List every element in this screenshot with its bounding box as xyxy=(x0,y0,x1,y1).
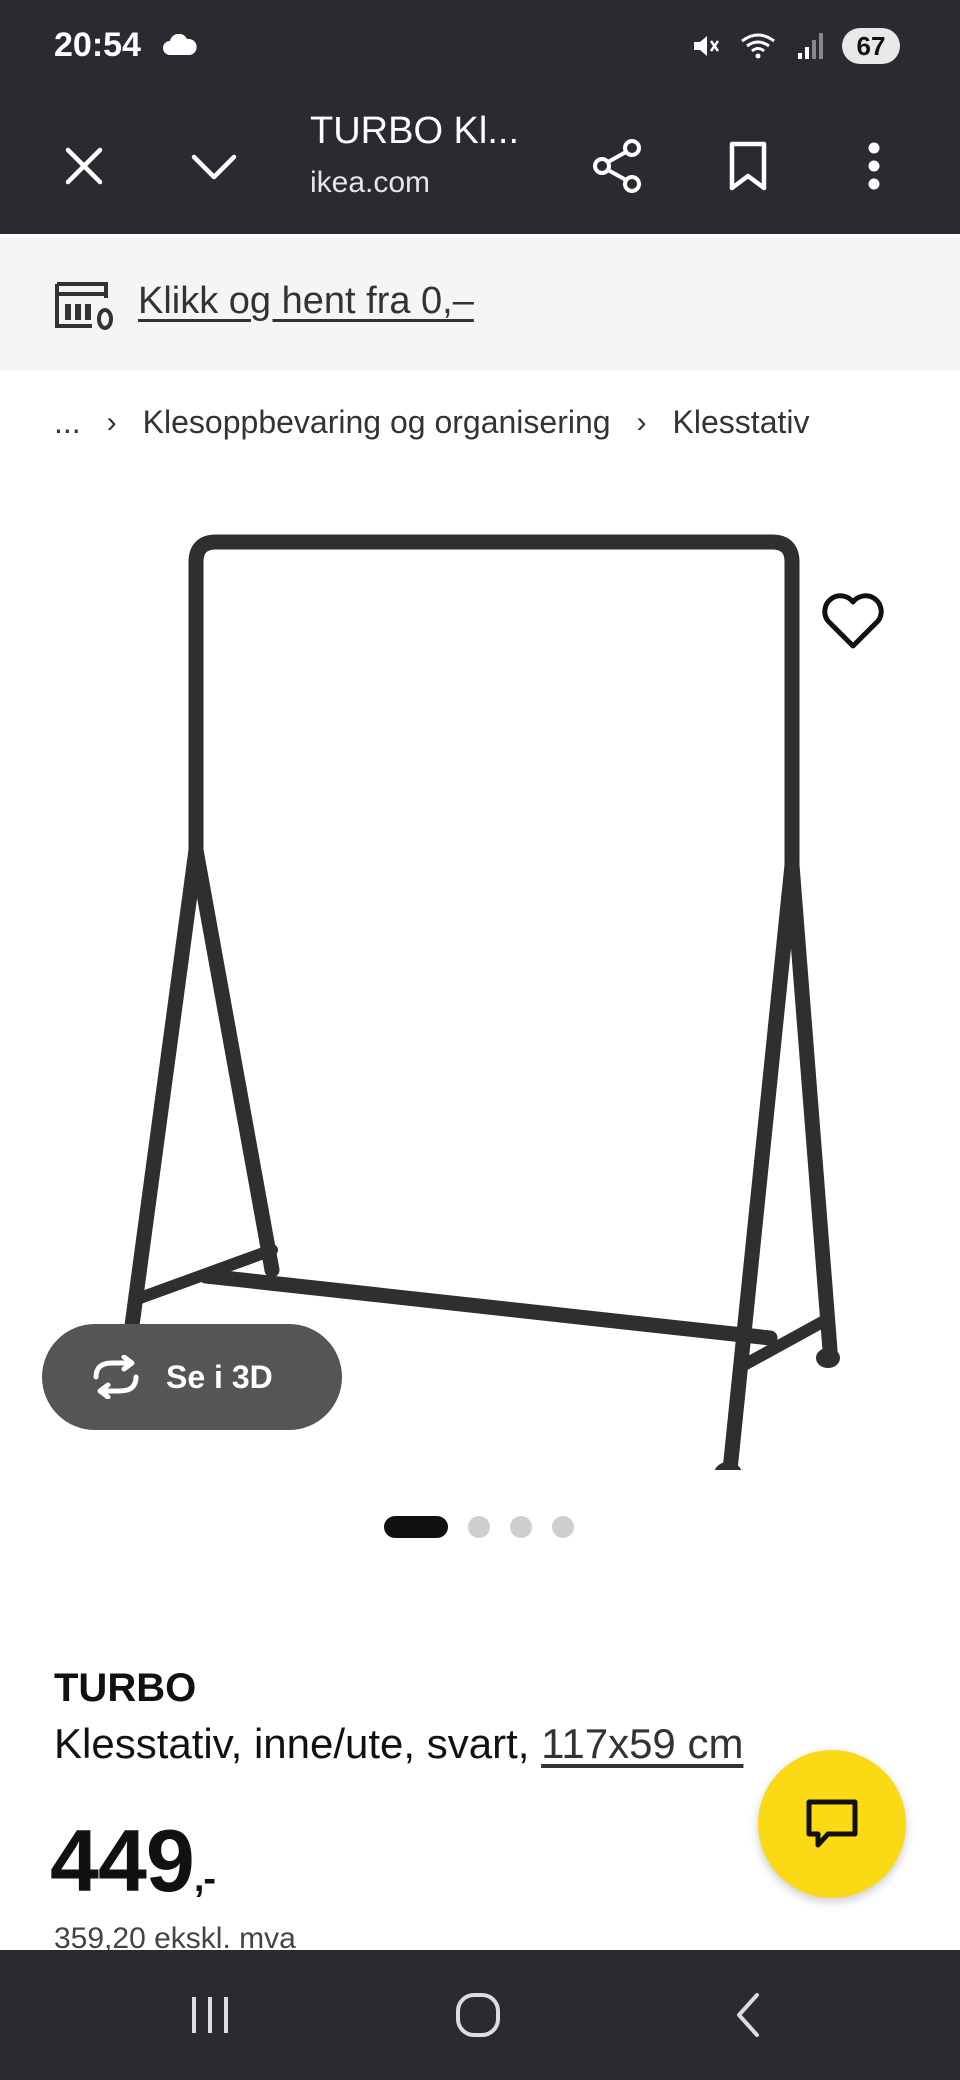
share-icon xyxy=(593,139,641,193)
share-button[interactable] xyxy=(578,126,658,206)
breadcrumb-item-ellipsis[interactable]: ... xyxy=(54,404,81,441)
page-domain[interactable]: ikea.com xyxy=(310,166,430,200)
home-icon xyxy=(456,1993,500,2037)
cloud-icon xyxy=(163,34,197,55)
store-icon xyxy=(55,282,113,330)
chat-button[interactable] xyxy=(758,1750,906,1898)
carousel-indicator xyxy=(384,1516,574,1538)
carousel-dot-4[interactable] xyxy=(552,1516,574,1538)
click-collect-banner[interactable]: Klikk og hent fra 0,– xyxy=(0,238,960,370)
carousel-dot-3[interactable] xyxy=(510,1516,532,1538)
battery-indicator: 67 xyxy=(842,28,900,64)
close-icon xyxy=(65,147,103,185)
breadcrumb-item-storage[interactable]: Klesoppbevaring og organisering xyxy=(143,404,611,441)
page-title[interactable]: TURBO Kl... xyxy=(310,110,519,153)
more-vert-icon xyxy=(868,142,880,190)
mute-icon xyxy=(694,36,720,56)
back-icon xyxy=(737,1993,759,2037)
click-collect-link[interactable]: Klikk og hent fra 0,– xyxy=(138,280,474,323)
home-button[interactable] xyxy=(438,1980,518,2050)
breadcrumb: ... › Klesoppbevaring og organisering › … xyxy=(54,404,809,441)
view-3d-label: Se i 3D xyxy=(166,1358,273,1395)
status-bar: 20:54 67 xyxy=(0,0,960,96)
chevron-right-icon: › xyxy=(106,405,117,439)
close-tab-button[interactable] xyxy=(44,126,124,206)
product-price: 449,- xyxy=(50,1810,216,1912)
minimize-button[interactable] xyxy=(174,126,254,206)
product-description-text: Klesstativ, inne/ute, svart, xyxy=(54,1720,542,1767)
product-description: Klesstativ, inne/ute, svart, 117x59 cm xyxy=(54,1720,743,1768)
chat-icon xyxy=(806,1799,858,1848)
rotate-3d-icon xyxy=(93,1355,139,1399)
product-image[interactable] xyxy=(0,470,960,1470)
chevron-right-icon: › xyxy=(636,405,647,439)
price-suffix: ,- xyxy=(193,1858,216,1900)
price-value: 449 xyxy=(50,1811,195,1910)
bookmark-icon xyxy=(729,141,767,191)
recents-button[interactable] xyxy=(170,1980,250,2050)
status-time: 20:54 xyxy=(54,26,141,64)
carousel-dot-2[interactable] xyxy=(468,1516,490,1538)
more-options-button[interactable] xyxy=(834,126,914,206)
clothes-rack-image xyxy=(118,534,840,1470)
signal-icon xyxy=(798,33,823,59)
breadcrumb-item-clothes-rack[interactable]: Klesstativ xyxy=(673,404,810,441)
status-icons: 67 xyxy=(690,28,900,64)
browser-toolbar: TURBO Kl... ikea.com xyxy=(0,96,960,234)
system-nav-bar xyxy=(0,1950,960,2080)
product-name: TURBO xyxy=(54,1666,197,1710)
view-3d-button[interactable]: Se i 3D xyxy=(42,1324,342,1430)
wifi-icon xyxy=(741,33,775,59)
recents-icon xyxy=(192,1997,228,2033)
carousel-dot-1[interactable] xyxy=(384,1516,448,1538)
back-button[interactable] xyxy=(708,1980,788,2050)
bookmark-button[interactable] xyxy=(708,126,788,206)
chevron-down-icon xyxy=(191,154,237,180)
heart-icon[interactable] xyxy=(820,590,886,652)
product-dimensions-link[interactable]: 117x59 cm xyxy=(541,1720,743,1767)
